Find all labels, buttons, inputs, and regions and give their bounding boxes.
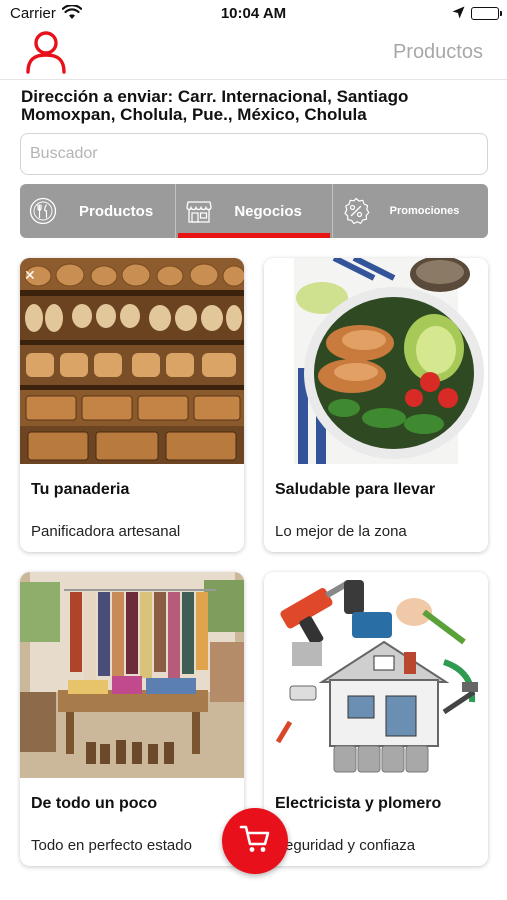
card-subtitle: Lo mejor de la zona xyxy=(275,523,407,540)
business-card-saludable[interactable]: Saludable para llevar Lo mejor de la zon… xyxy=(264,258,488,552)
segment-label: Promociones xyxy=(389,205,460,217)
card-subtitle: Todo en perfecto estado xyxy=(31,837,192,854)
card-title: Electricista y plomero xyxy=(275,795,442,812)
shopping-cart-icon xyxy=(239,824,271,859)
battery-icon xyxy=(471,7,502,20)
cart-button[interactable] xyxy=(222,808,288,874)
business-card-panaderia[interactable]: ✕ Tu panaderia Panificadora artesanal xyxy=(20,258,244,552)
salad-bowl-photo xyxy=(264,258,488,464)
card-title: Tu panaderia xyxy=(31,481,130,498)
status-bar: Carrier 10:04 AM xyxy=(0,0,507,28)
search-input[interactable] xyxy=(20,133,488,175)
storefront-icon xyxy=(185,197,213,225)
business-card-de-todo[interactable]: De todo un poco Todo en perfecto estado xyxy=(20,572,244,866)
nav-title: Productos xyxy=(392,41,483,63)
utensils-icon xyxy=(29,197,57,225)
segment-productos[interactable]: Productos xyxy=(20,184,175,238)
active-segment-indicator xyxy=(178,233,330,238)
delivery-address: Dirección a enviar: Carr. Internacional,… xyxy=(21,87,409,124)
category-segmented-control: Productos Negocios Promociones xyxy=(20,184,488,238)
card-title: Saludable para llevar xyxy=(275,481,436,498)
segment-label: Negocios xyxy=(234,202,302,220)
user-icon[interactable] xyxy=(26,30,66,74)
bakery-shelves-photo xyxy=(20,258,244,464)
navigation-bar: Productos xyxy=(0,28,507,80)
card-subtitle: Panificadora artesanal xyxy=(31,523,181,540)
location-arrow-icon xyxy=(452,6,465,24)
business-card-electricista[interactable]: Electricista y plomero Seguridad y confi… xyxy=(264,572,488,866)
segment-promociones[interactable]: Promociones xyxy=(331,184,488,238)
card-subtitle: Seguridad y confiaza xyxy=(275,837,416,854)
segment-negocios[interactable]: Negocios xyxy=(175,184,331,238)
close-icon[interactable]: ✕ xyxy=(24,268,38,282)
second-hand-market-photo xyxy=(20,572,244,778)
clock-time: 10:04 AM xyxy=(220,5,287,22)
discount-badge-icon xyxy=(342,197,370,225)
house-tools-photo xyxy=(264,572,488,778)
segment-label: Productos xyxy=(79,202,154,220)
card-title: De todo un poco xyxy=(31,795,158,812)
